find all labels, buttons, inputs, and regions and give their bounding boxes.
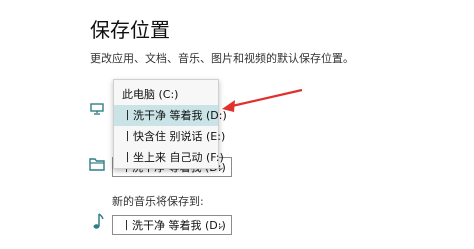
annotation-arrow-icon — [222, 88, 303, 112]
menu-item-drive-e[interactable]: 丨快含住 别说话 (E:) — [114, 126, 225, 147]
menu-item-drive-d[interactable]: 丨洗干净 等着我 (D:) — [114, 105, 227, 126]
monitor-icon — [90, 100, 104, 119]
music-location-label: 新的音乐将保存到: — [112, 195, 204, 208]
music-note-icon — [92, 212, 104, 234]
menu-item-drive-f[interactable]: 丨坐上来 自己动 (F:) — [114, 147, 224, 168]
menu-item-drive-c[interactable]: 此电脑 (C:) — [114, 84, 218, 105]
folder-icon — [89, 156, 105, 175]
drive-dropdown-menu: 此电脑 (C:) 丨洗干净 等着我 (D:) 丨快含住 别说话 (E:) 丨坐上… — [113, 79, 227, 169]
page-title: 保存位置 — [90, 18, 170, 42]
page-subtitle: 更改应用、文档、音乐、图片和视频的默认保存位置。 — [90, 52, 354, 65]
music-location-select[interactable]: 丨洗干净 等着我 (D:) ⌄ — [112, 215, 232, 235]
select-value: 丨洗干净 等着我 (D:) — [121, 219, 226, 232]
chevron-down-icon: ⌄ — [216, 220, 225, 231]
